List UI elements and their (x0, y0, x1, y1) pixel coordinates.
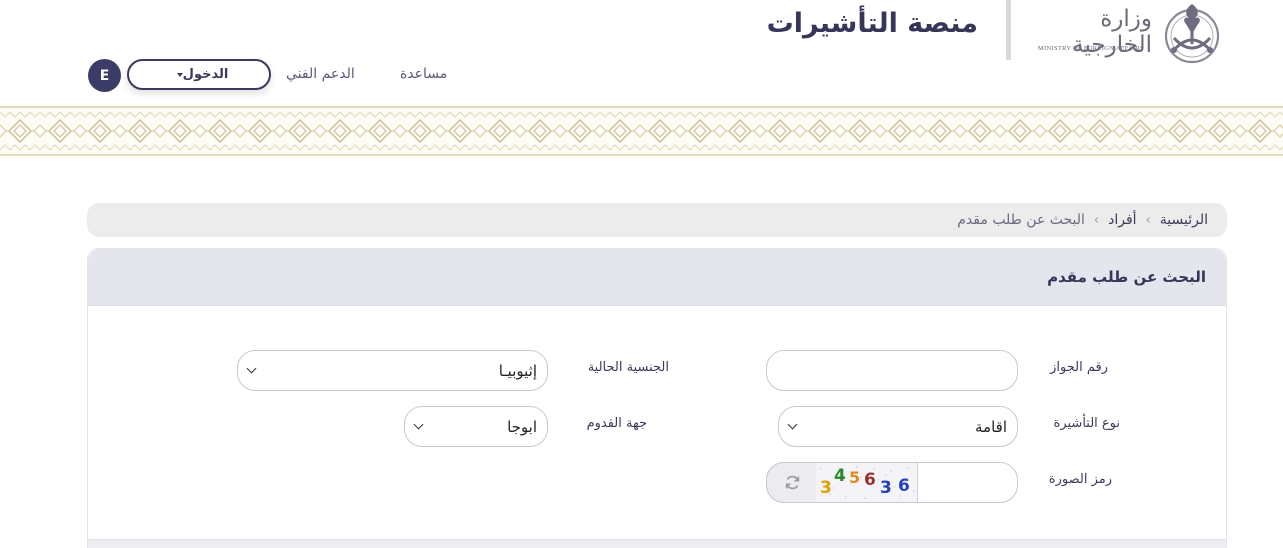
captcha-char: 5 (849, 468, 860, 487)
captcha-char: 6 (898, 476, 910, 496)
header-divider (1006, 0, 1011, 60)
nav-help-link[interactable]: مساعدة (400, 66, 447, 82)
ministry-name-en: MINISTRY OF FOREIGN AFFAIRS (1037, 45, 1145, 52)
visa-type-label: نوع التأشيرة (1053, 416, 1120, 431)
language-toggle-button[interactable]: E (88, 59, 121, 92)
decorative-pattern-band (0, 104, 1283, 158)
captcha-char: 6 (864, 470, 876, 490)
chevron-left-icon: ‹ (1093, 212, 1100, 228)
nationality-value: إثيوبيـا (498, 361, 537, 380)
captcha-char: 4 (834, 466, 846, 486)
nav-support-link[interactable]: الدعم الفني (286, 66, 355, 82)
captcha-graphic: 3 4 5 6 3 6 (820, 466, 915, 499)
chevron-left-icon: ‹ (1145, 212, 1151, 228)
breadcrumb-individuals[interactable]: أفراد (1108, 212, 1136, 228)
refresh-icon[interactable] (784, 474, 801, 491)
platform-title: منصة التأشيرات (766, 8, 978, 39)
captcha-group: 3 4 5 6 3 6 (766, 462, 1018, 503)
breadcrumb-home[interactable]: الرئيسية (1160, 212, 1208, 228)
saudi-emblem-icon (1164, 4, 1220, 64)
nationality-select[interactable]: إثيوبيـا (237, 350, 548, 391)
search-card: البحث عن طلب مقدم (87, 248, 1227, 548)
login-label: الدخول (182, 67, 229, 82)
arrival-point-select[interactable]: ابوجا (404, 406, 548, 447)
arrival-point-label: جهة القدوم (586, 416, 647, 431)
site-header: وزارة الخارجية MINISTRY OF FOREIGN AFFAI… (0, 0, 1283, 104)
chevron-down-icon (413, 419, 424, 430)
arrival-point-value: ابوجا (507, 417, 537, 436)
card-header: البحث عن طلب مقدم (88, 249, 1226, 306)
captcha-char: 3 (820, 478, 832, 498)
caret-down-icon (176, 72, 183, 77)
chevron-down-icon (787, 419, 798, 430)
breadcrumb: الرئيسية ‹ أفراد ‹ البحث عن طلب مقدم (87, 203, 1227, 237)
chevron-down-icon (246, 363, 257, 374)
visa-type-value: اقامة (975, 417, 1007, 436)
card-title: البحث عن طلب مقدم (1047, 268, 1206, 286)
captcha-image: 3 4 5 6 3 6 (816, 463, 918, 502)
captcha-char: 3 (880, 478, 892, 498)
login-dropdown-button[interactable]: الدخول (127, 59, 271, 90)
visa-type-select[interactable]: اقامة (778, 406, 1018, 447)
ministry-logo: وزارة الخارجية MINISTRY OF FOREIGN AFFAI… (1030, 6, 1152, 60)
card-footer (88, 539, 1226, 548)
nationality-label: الجنسية الحالية (587, 360, 669, 375)
passport-number-input[interactable] (766, 350, 1018, 391)
breadcrumb-current: البحث عن طلب مقدم (957, 212, 1085, 228)
